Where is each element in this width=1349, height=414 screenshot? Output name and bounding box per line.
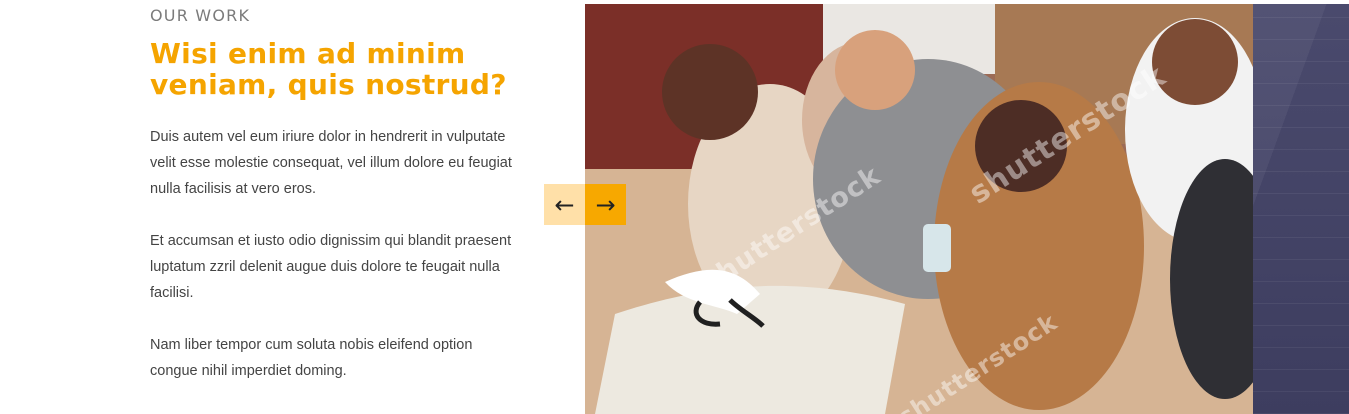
- meeting-photo: shutterstock shutterstock shutterstock: [585, 4, 1253, 414]
- section-paragraph-2: Et accumsan et iusto odio dignissim qui …: [150, 233, 512, 301]
- carousel-navigation: ← →: [544, 184, 626, 225]
- arrow-left-icon: ←: [554, 190, 575, 219]
- previous-slide-button[interactable]: ←: [544, 184, 585, 225]
- next-slide-button[interactable]: →: [585, 184, 626, 225]
- arrow-right-icon: →: [595, 190, 616, 219]
- section-headline: Wisi enim ad minim veniam, quis nostrud?: [150, 37, 507, 101]
- section-paragraphs: Duis autem vel eum iriure dolor in hendr…: [150, 124, 530, 384]
- section-paragraph-3: Nam liber tempor cum soluta nobis eleife…: [150, 337, 473, 379]
- section-eyebrow: OUR WORK: [150, 6, 251, 25]
- text-column: OUR WORK Wisi enim ad minim veniam, quis…: [150, 0, 530, 410]
- section-paragraph-1: Duis autem vel eum iriure dolor in hendr…: [150, 129, 512, 197]
- next-slide-preview: [1253, 4, 1349, 414]
